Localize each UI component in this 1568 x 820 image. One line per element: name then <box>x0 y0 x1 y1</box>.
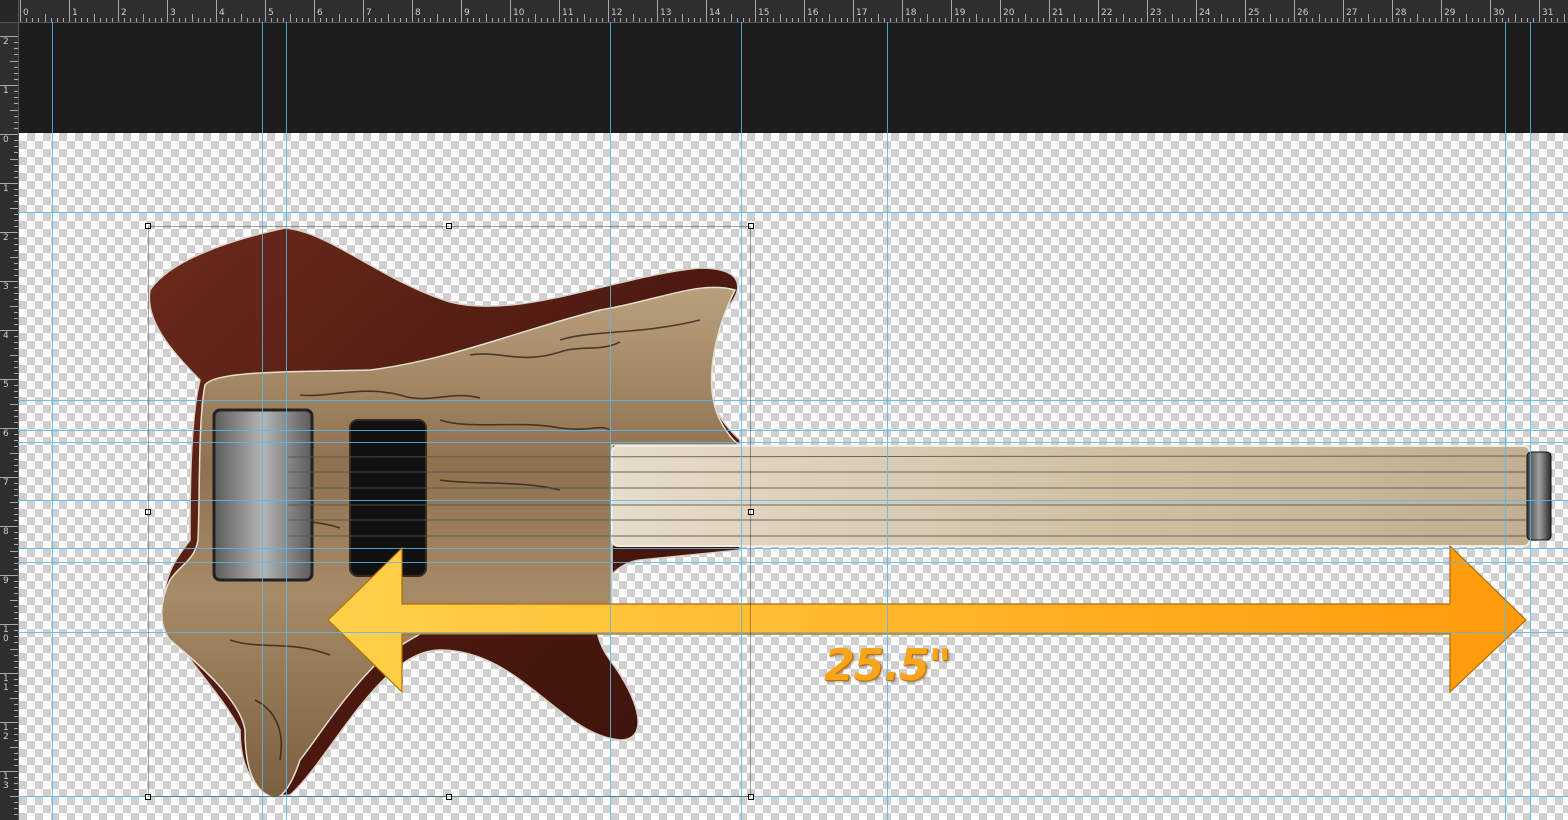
transform-handle[interactable] <box>145 794 151 800</box>
guide-vertical[interactable] <box>262 22 263 820</box>
bridge-pickup <box>212 408 314 582</box>
guide-horizontal[interactable] <box>18 632 1568 633</box>
guide-horizontal[interactable] <box>18 796 1568 797</box>
guide-vertical[interactable] <box>52 22 53 820</box>
transform-handle[interactable] <box>446 794 452 800</box>
fretboard <box>611 445 1531 547</box>
transform-handle[interactable] <box>446 223 452 229</box>
transform-handle[interactable] <box>748 223 754 229</box>
transform-handle[interactable] <box>145 223 151 229</box>
guide-vertical[interactable] <box>610 22 611 820</box>
ruler-origin-corner[interactable] <box>0 0 19 23</box>
guide-vertical[interactable] <box>1530 22 1531 820</box>
transform-handle[interactable] <box>145 509 151 515</box>
guide-vertical[interactable] <box>1505 22 1506 820</box>
guide-vertical[interactable] <box>286 22 287 820</box>
guide-horizontal[interactable] <box>18 430 1568 431</box>
transform-handle[interactable] <box>748 509 754 515</box>
guitar-artwork-layer[interactable] <box>0 0 1568 820</box>
guide-horizontal[interactable] <box>18 442 1568 443</box>
neck-pickup <box>349 419 427 577</box>
guide-vertical[interactable] <box>741 22 742 820</box>
transform-handle[interactable] <box>748 794 754 800</box>
guide-horizontal[interactable] <box>18 562 1568 563</box>
guide-horizontal[interactable] <box>18 500 1568 501</box>
guide-horizontal[interactable] <box>18 212 1568 213</box>
guide-vertical[interactable] <box>887 22 888 820</box>
guide-horizontal[interactable] <box>18 548 1568 549</box>
guide-horizontal[interactable] <box>18 400 1568 401</box>
